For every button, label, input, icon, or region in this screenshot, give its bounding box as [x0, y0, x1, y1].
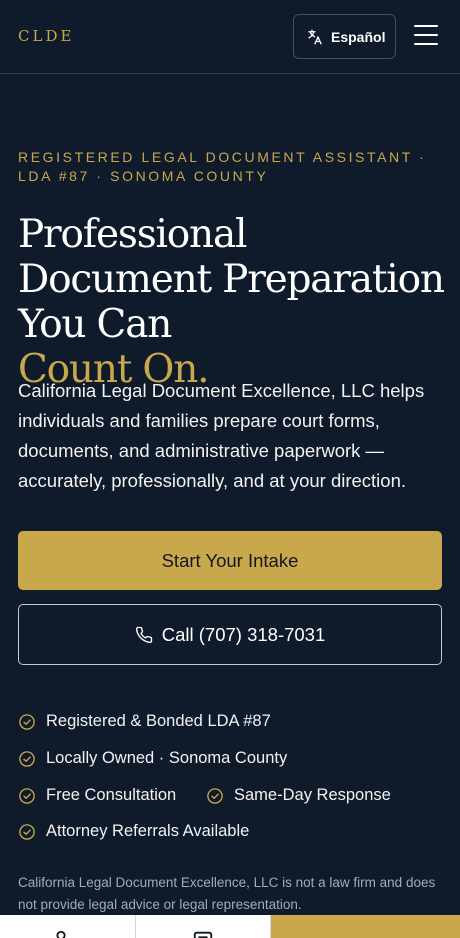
menu-button[interactable]	[414, 25, 438, 47]
phone-icon	[135, 626, 152, 643]
badge-text: Attorney Referrals Available	[46, 822, 250, 840]
site-header: CLDE Español	[0, 0, 460, 74]
start-intake-label: Start Your Intake	[161, 549, 299, 571]
badge-text: Free Consultation	[46, 786, 177, 804]
badge-item: Same-Day Response	[206, 786, 391, 805]
headline-main: Professional Document Preparation You Ca…	[18, 212, 445, 347]
start-intake-button[interactable]: Start Your Intake	[18, 531, 442, 590]
person-icon	[56, 930, 66, 938]
language-button-label: Español	[331, 28, 386, 45]
check-circle-icon	[19, 750, 35, 767]
legal-disclaimer: California Legal Document Excellence, LL…	[18, 875, 436, 912]
check-circle-icon	[19, 713, 35, 730]
badge-text: Registered & Bonded LDA #87	[46, 712, 271, 730]
page-title: Professional Document Preparation You Ca…	[18, 212, 448, 392]
bottom-action-bar	[0, 915, 460, 938]
bottom-bar-person-button[interactable]	[0, 915, 136, 938]
badge-item: Free Consultation	[18, 786, 176, 805]
badge-text: Locally Owned · Sonoma County	[46, 749, 288, 767]
check-circle-icon	[19, 787, 35, 804]
language-button[interactable]: Español	[293, 14, 396, 59]
badge-item: Registered & Bonded LDA #87	[18, 712, 271, 731]
check-circle-icon	[19, 823, 35, 840]
hero-eyebrow: REGISTERED LEGAL DOCUMENT ASSISTANT · LD…	[18, 149, 427, 184]
message-icon	[193, 931, 213, 938]
translate-icon	[308, 29, 322, 44]
logo[interactable]: CLDE	[18, 27, 74, 45]
badge-item: Attorney Referrals Available	[18, 822, 249, 841]
badge-item: Locally Owned · Sonoma County	[18, 749, 287, 768]
call-button-label: Call (707) 318-7031	[161, 623, 326, 645]
check-circle-icon	[207, 787, 223, 804]
bottom-bar-message-button[interactable]	[136, 915, 271, 938]
hamburger-menu-icon	[414, 25, 438, 27]
call-button[interactable]: Call (707) 318-7031	[18, 604, 442, 665]
hero-description: California Legal Document Excellence, LL…	[18, 380, 425, 491]
bottom-bar-primary-button[interactable]	[271, 915, 460, 938]
badge-text: Same-Day Response	[234, 786, 391, 804]
